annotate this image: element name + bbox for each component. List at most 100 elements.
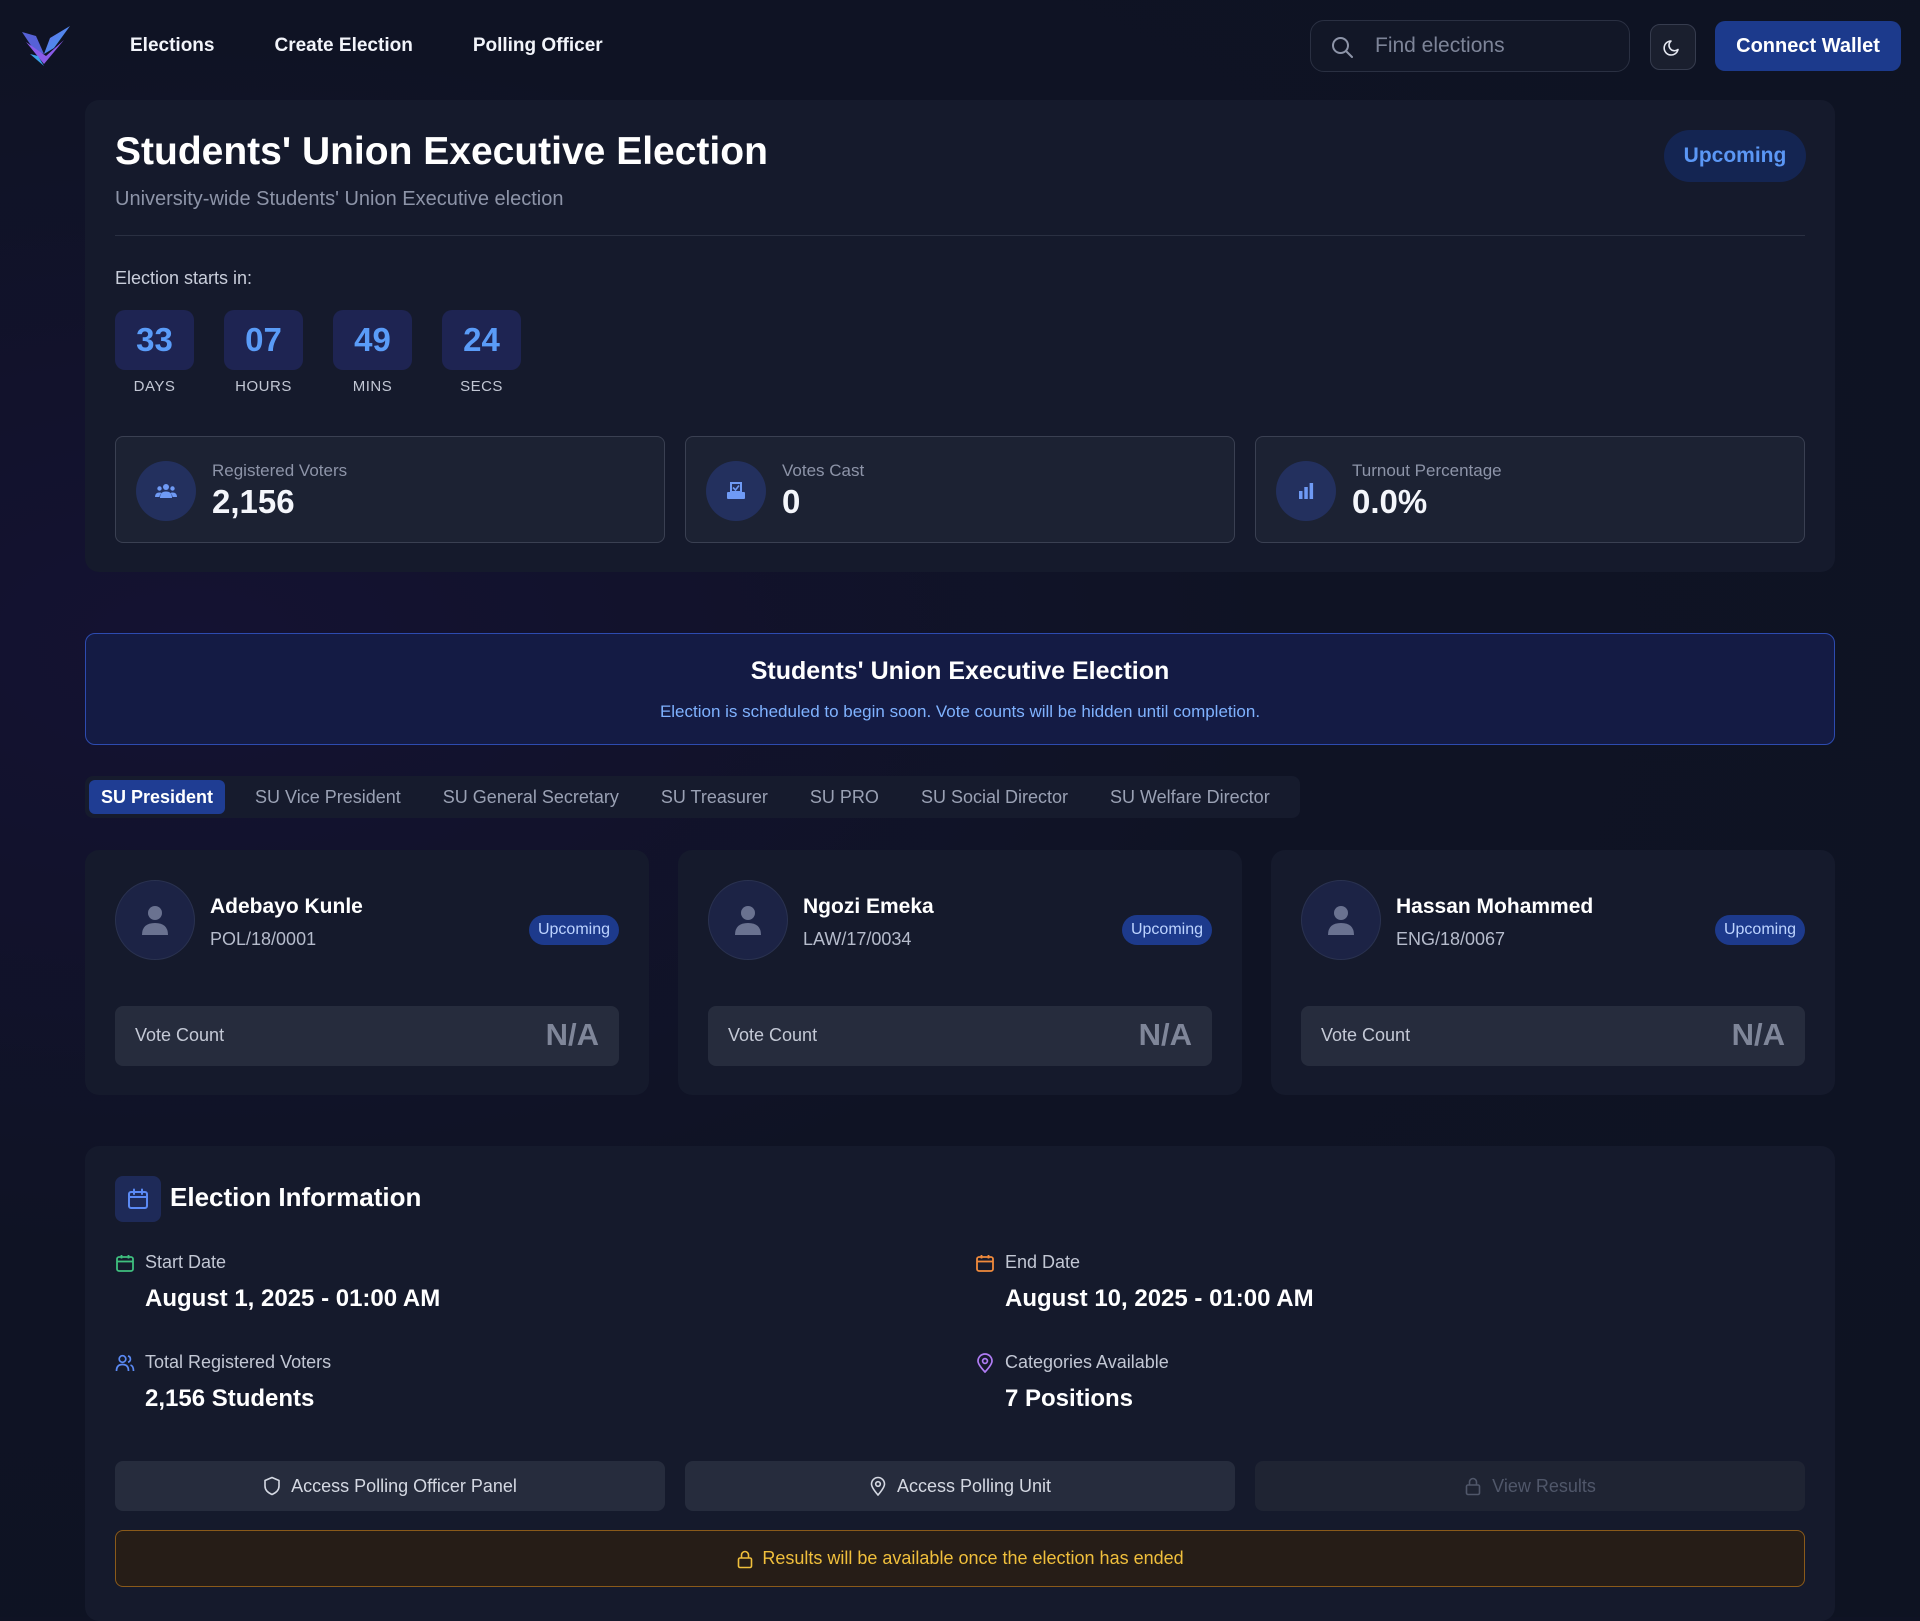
countdown-unit: MINS [352, 378, 393, 395]
lock-icon [1465, 1477, 1481, 1496]
candidate-reg-number: ENG/18/0067 [1396, 929, 1506, 949]
users-icon [136, 461, 196, 521]
vote-count-label: Vote Count [1321, 1025, 1411, 1045]
tab-su-vice-president[interactable]: SU Vice President [243, 780, 413, 814]
countdown-label: Election starts in: [115, 268, 253, 288]
candidate-card[interactable]: Adebayo Kunle POL/18/0001 Upcoming Vote … [85, 850, 649, 1095]
tab-su-pro[interactable]: SU PRO [798, 780, 891, 814]
vote-count-box: Vote Count N/A [1301, 1006, 1805, 1066]
top-navbar: Elections Create Election Polling Office… [0, 0, 1920, 92]
stat-value: 2,156 [212, 483, 295, 520]
status-badge: Upcoming [1714, 915, 1805, 945]
info-value: 2,156 Students [145, 1385, 315, 1412]
countdown-days: 33 DAYS [115, 310, 194, 395]
nav-links: Elections Create Election Polling Office… [130, 0, 603, 92]
countdown-value: 49 [333, 310, 412, 370]
stat-value: 0.0% [1352, 483, 1428, 520]
stats-row: Registered Voters 2,156 Votes Cast 0 Tur… [115, 436, 1805, 543]
lock-icon [738, 1550, 753, 1568]
calendar-icon [115, 1176, 161, 1222]
candidate-name: Ngozi Emeka [803, 895, 934, 918]
search-icon [1332, 37, 1353, 58]
candidate-card[interactable]: Hassan Mohammed ENG/18/0067 Upcoming Vot… [1271, 850, 1835, 1095]
vote-count-value: N/A [545, 1017, 599, 1052]
countdown-hours: 07 HOURS [224, 310, 303, 395]
view-results-button[interactable]: View Results [1255, 1461, 1805, 1511]
election-status-banner: Students' Union Executive Election Elect… [85, 633, 1835, 745]
vote-count-box: Vote Count N/A [115, 1006, 619, 1066]
candidate-name: Adebayo Kunle [210, 895, 363, 918]
notice-text: Results will be available once the elect… [762, 1548, 1184, 1568]
countdown-unit: SECS [460, 378, 503, 395]
candidate-reg-number: POL/18/0001 [210, 929, 317, 949]
bar-chart-icon [1276, 461, 1336, 521]
candidate-reg-number: LAW/17/0034 [803, 929, 912, 949]
election-header-card: Students' Union Executive Election Unive… [85, 100, 1835, 572]
candidate-card[interactable]: Ngozi Emeka LAW/17/0034 Upcoming Vote Co… [678, 850, 1242, 1095]
tab-su-treasurer[interactable]: SU Treasurer [649, 780, 780, 814]
map-pin-icon [977, 1353, 993, 1373]
user-icon [1328, 906, 1354, 935]
info-label: Categories Available [1005, 1352, 1169, 1372]
tab-su-welfare-director[interactable]: SU Welfare Director [1098, 780, 1282, 814]
countdown-unit: DAYS [133, 378, 176, 395]
info-label: End Date [1005, 1252, 1081, 1272]
ballot-box-icon [706, 461, 766, 521]
status-badge: Upcoming [1664, 130, 1806, 182]
info-value: 7 Positions [1005, 1385, 1134, 1412]
stat-label: Votes Cast [782, 461, 865, 480]
search-box [1310, 20, 1630, 72]
status-badge: Upcoming [528, 915, 619, 945]
tab-su-president[interactable]: SU President [89, 780, 226, 814]
divider [115, 235, 1805, 236]
countdown-timer: 33 DAYS 07 HOURS 49 MINS 24 SECS [115, 310, 521, 395]
stat-label: Registered Voters [212, 461, 348, 480]
vote-count-value: N/A [1138, 1017, 1192, 1052]
app-logo-icon[interactable] [20, 24, 72, 68]
polling-unit-button[interactable]: Access Polling Unit [685, 1461, 1235, 1511]
user-icon [142, 906, 168, 935]
shield-icon [264, 1476, 280, 1496]
vote-count-label: Vote Count [728, 1025, 818, 1045]
tab-su-general-secretary[interactable]: SU General Secretary [431, 780, 631, 814]
stat-turnout: Turnout Percentage 0.0% [1255, 436, 1805, 543]
connect-wallet-button[interactable]: Connect Wallet [1715, 21, 1901, 71]
countdown-mins: 49 MINS [333, 310, 412, 395]
avatar [708, 880, 788, 960]
tab-su-social-director[interactable]: SU Social Director [909, 780, 1080, 814]
info-value: August 1, 2025 - 01:00 AM [145, 1285, 441, 1312]
search-input[interactable] [1375, 21, 1615, 71]
page-subtitle: University-wide Students' Union Executiv… [115, 188, 564, 210]
nav-create-election[interactable]: Create Election [274, 35, 412, 57]
nav-elections[interactable]: Elections [130, 35, 214, 57]
info-label: Start Date [145, 1252, 227, 1272]
calendar-icon [116, 1255, 134, 1272]
stat-votes-cast: Votes Cast 0 [685, 436, 1235, 543]
calendar-icon [976, 1255, 994, 1272]
banner-title: Students' Union Executive Election [750, 657, 1170, 685]
election-info-card: Election Information Start Date August 1… [85, 1146, 1835, 1621]
countdown-secs: 24 SECS [442, 310, 521, 395]
button-label: Access Polling Unit [896, 1475, 1052, 1496]
section-title: Election Information [170, 1182, 422, 1212]
avatar [1301, 880, 1381, 960]
user-icon [735, 906, 761, 935]
candidate-name: Hassan Mohammed [1396, 895, 1594, 918]
users-icon [115, 1354, 135, 1372]
avatar [115, 880, 195, 960]
vote-count-box: Vote Count N/A [708, 1006, 1212, 1066]
vote-count-value: N/A [1731, 1017, 1785, 1052]
button-label: View Results [1492, 1475, 1596, 1496]
info-value: August 10, 2025 - 01:00 AM [1005, 1285, 1314, 1312]
button-label: Access Polling Officer Panel [291, 1475, 517, 1496]
banner-text: Election is scheduled to begin soon. Vot… [659, 702, 1261, 721]
theme-toggle-button[interactable] [1650, 24, 1696, 70]
polling-officer-panel-button[interactable]: Access Polling Officer Panel [115, 1461, 665, 1511]
countdown-value: 33 [115, 310, 194, 370]
page-title: Students' Union Executive Election [115, 130, 768, 173]
results-locked-notice: Results will be available once the elect… [115, 1530, 1805, 1587]
info-label: Total Registered Voters [145, 1352, 332, 1372]
action-buttons: Access Polling Officer Panel Access Poll… [115, 1461, 1805, 1511]
nav-polling-officer[interactable]: Polling Officer [473, 35, 603, 57]
stat-registered-voters: Registered Voters 2,156 [115, 436, 665, 543]
